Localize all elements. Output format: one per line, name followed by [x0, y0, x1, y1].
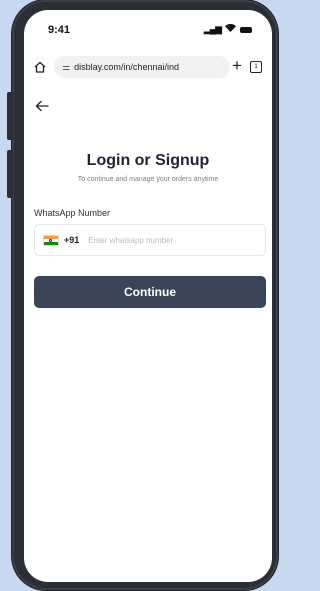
page-subtitle: To continue and manage your orders anyti… — [77, 176, 219, 183]
signal-icon: ▂▄▆ — [203, 24, 222, 34]
plus-icon[interactable]: + — [232, 56, 242, 76]
volume-up-button — [7, 92, 13, 140]
tabs-icon[interactable]: 1 — [250, 61, 262, 73]
volume-down-button — [7, 150, 13, 198]
page-title: Login or Signup — [86, 152, 210, 169]
home-icon[interactable] — [33, 60, 47, 74]
india-flag-icon — [43, 234, 59, 246]
status-bar: 9:41 ▂▄▆ — [24, 10, 272, 44]
status-time: 9:41 — [48, 24, 71, 36]
status-icons: ▂▄▆ — [204, 24, 252, 35]
phone-screen: 9:41 ▂▄▆ ⚌ disblay.com/in/chennai/ind + … — [24, 10, 272, 582]
browser-url-bar: ⚌ disblay.com/in/chennai/ind + 1 ⋮ — [24, 50, 272, 84]
country-code[interactable]: +91 — [64, 235, 79, 245]
whatsapp-label: WhatsApp Number — [34, 208, 111, 218]
menu-icon[interactable]: ⋮ — [268, 56, 272, 76]
tune-icon[interactable]: ⚌ — [62, 62, 70, 73]
address-field[interactable]: ⚌ disblay.com/in/chennai/ind — [54, 56, 230, 78]
battery-icon — [240, 26, 252, 33]
whatsapp-number-input[interactable] — [88, 235, 239, 245]
wifi-icon — [225, 24, 236, 35]
continue-button[interactable]: Continue — [34, 276, 266, 308]
url-text[interactable]: disblay.com/in/chennai/ind — [74, 62, 222, 72]
back-arrow-icon[interactable] — [34, 98, 50, 114]
whatsapp-number-field[interactable]: +91 — [34, 224, 266, 256]
